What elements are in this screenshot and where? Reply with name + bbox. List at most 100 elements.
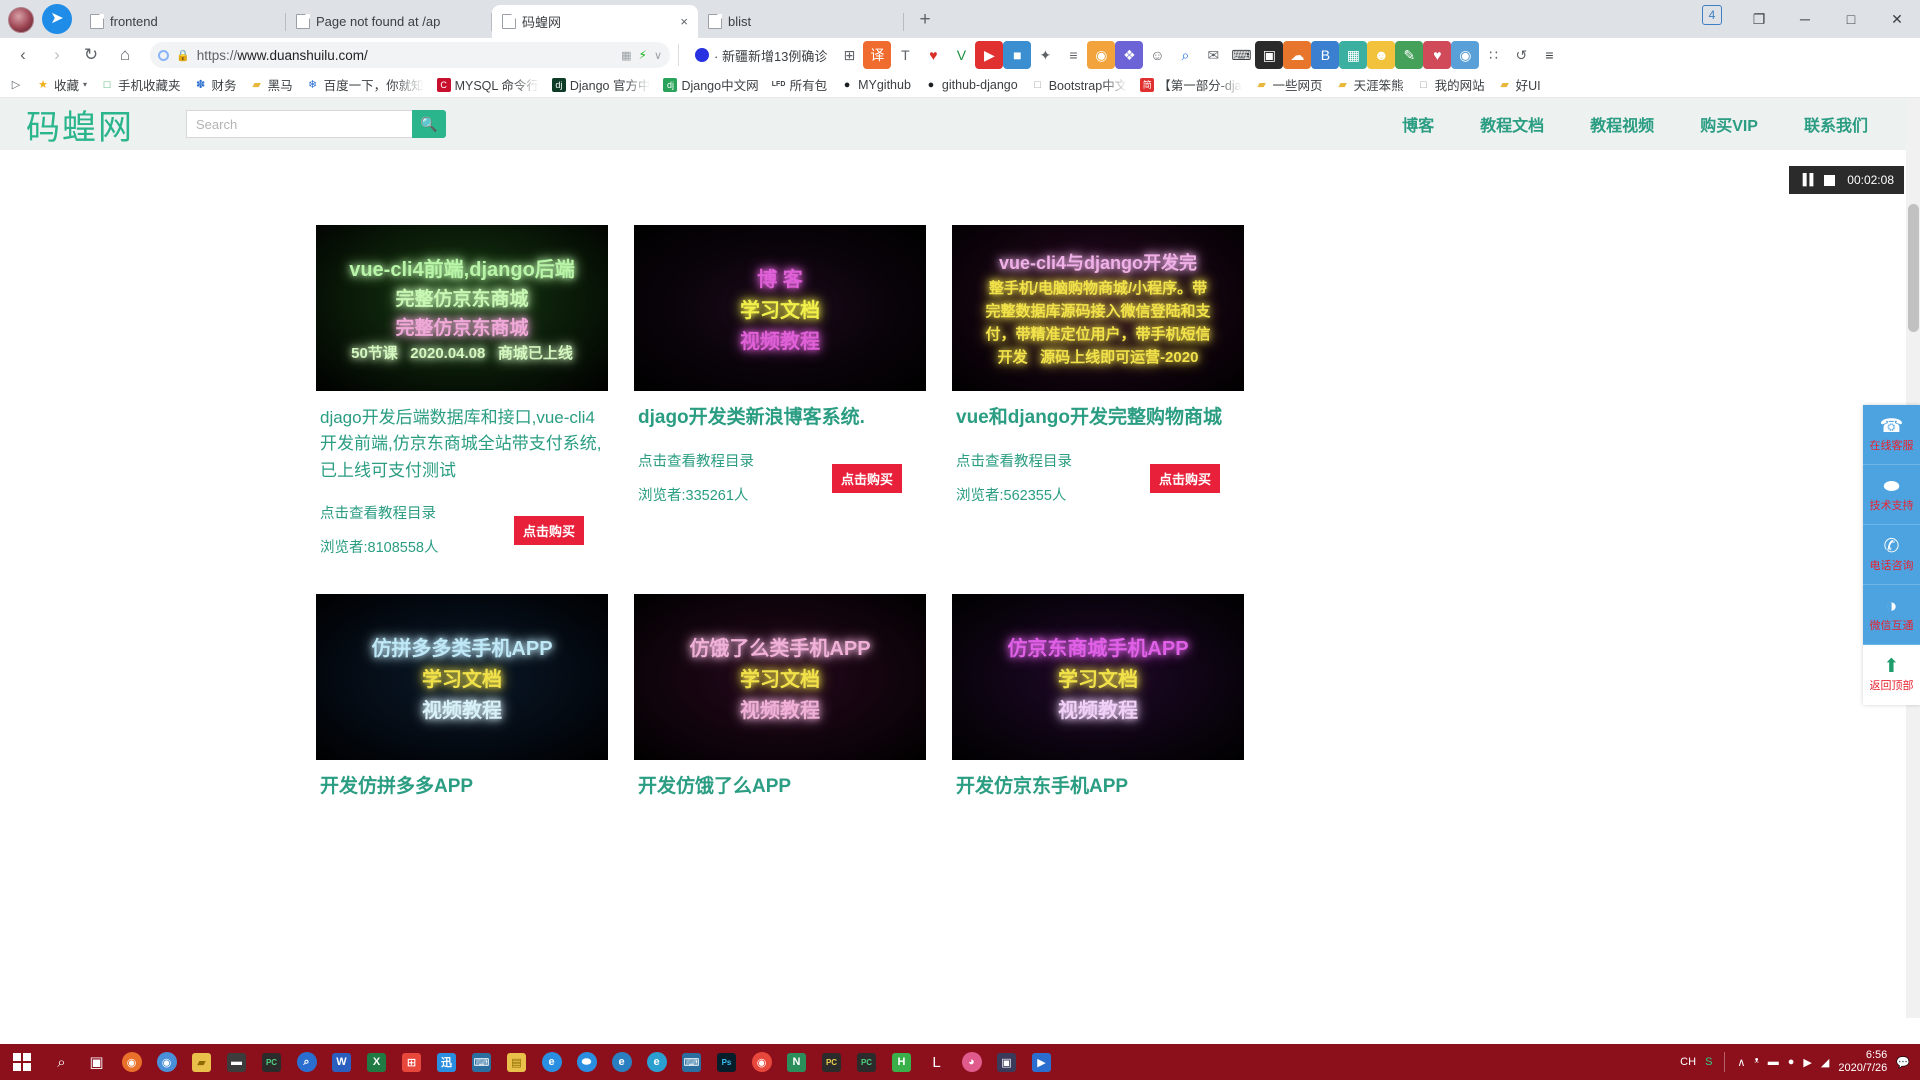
bookmark-item-14[interactable]: ▰ 一些网页 — [1250, 73, 1328, 96]
bookmark-b-icon[interactable]: B — [1311, 41, 1340, 69]
service-widget-item-2[interactable]: ✆ 电话咨询 — [1863, 525, 1920, 585]
folder-icon[interactable]: ▰ — [184, 1044, 219, 1080]
close-window-button[interactable]: ✕ — [1874, 2, 1920, 36]
ime-lang[interactable]: CH — [1680, 1056, 1696, 1068]
player-icon[interactable]: ▶ — [1024, 1044, 1059, 1080]
firefox-icon[interactable]: ◉ — [114, 1044, 149, 1080]
course-banner[interactable]: 博 客学习文档 视频教程 — [634, 225, 926, 391]
mic-icon[interactable]: ᵜ — [1754, 1056, 1758, 1068]
new-tab-button[interactable]: + — [910, 5, 940, 35]
bookmark-item-0[interactable]: ▷ — [4, 76, 28, 94]
note-icon[interactable]: ▤ — [499, 1044, 534, 1080]
search2-icon[interactable]: ⌕ — [289, 1044, 324, 1080]
scrollbar-thumb[interactable] — [1908, 204, 1919, 332]
bookmark-item-11[interactable]: ● github-django — [919, 76, 1023, 94]
translate-icon[interactable]: 译 — [863, 41, 892, 69]
bookmark-item-16[interactable]: □ 我的网站 — [1412, 73, 1490, 96]
service-widget-item-4[interactable]: ⬆ 返回顶部 — [1863, 645, 1920, 705]
profile-avatar[interactable] — [8, 7, 34, 33]
address-bar[interactable]: 🔒 https://www.duanshuilu.com/ ▦ ⚡ ∨ — [150, 42, 670, 68]
mail-icon[interactable]: ✉ — [1199, 41, 1227, 69]
bookmark-item-15[interactable]: ▰ 天涯笨熊 — [1331, 73, 1409, 96]
hbuilder-icon[interactable]: H — [884, 1044, 919, 1080]
text-format-icon[interactable]: T — [891, 41, 919, 69]
smile-icon[interactable]: ☻ — [1367, 41, 1396, 69]
bolt-icon[interactable]: ⚡ — [639, 48, 647, 62]
apps-icon[interactable]: ∷ — [1479, 41, 1507, 69]
bookmark-item-7[interactable]: dj Django 官方中 — [547, 73, 656, 96]
bookmark-item-10[interactable]: ● MYgithub — [835, 76, 916, 94]
bookmark-item-13[interactable]: 简【第一部分-dja — [1135, 73, 1246, 96]
chevron-down-icon[interactable]: ▾ — [83, 80, 87, 89]
cloud-icon[interactable]: ☁ — [1283, 41, 1312, 69]
service-widget-item-0[interactable]: ☎ 在线客服 — [1863, 405, 1920, 465]
search-input[interactable] — [186, 110, 412, 138]
photoshop-icon[interactable]: Ps — [709, 1044, 744, 1080]
battery-icon[interactable]: ▬ — [1768, 1056, 1779, 1068]
course-title[interactable]: djago开发类新浪博客系统. — [638, 405, 922, 432]
tab-blist[interactable]: blist — [698, 5, 904, 38]
ie-icon[interactable]: e — [534, 1044, 569, 1080]
edge2-icon[interactable]: e — [639, 1044, 674, 1080]
buy-button[interactable]: 点击购买 — [831, 463, 902, 493]
qr-icon[interactable]: ▦ — [621, 49, 631, 62]
chrome2-icon[interactable]: ◉ — [744, 1044, 779, 1080]
pause-icon[interactable]: ▐▐ — [1799, 174, 1814, 186]
network-icon[interactable]: ◢ — [1821, 1056, 1829, 1069]
restore-window-button[interactable]: ❐ — [1736, 2, 1782, 36]
folder-icon[interactable]: ■ — [1003, 41, 1032, 69]
chrome-ext-icon[interactable]: ◉ — [1087, 41, 1116, 69]
course-title[interactable]: 开发仿京东手机APP — [956, 774, 1240, 801]
search-icon[interactable]: ⌕ — [1171, 41, 1199, 69]
history-icon[interactable]: ↺ — [1507, 41, 1535, 69]
shield-icon[interactable]: ♥ — [919, 41, 947, 69]
monitor-icon[interactable]: ▣ — [1255, 41, 1284, 69]
vscode-icon[interactable]: ⌨ — [464, 1044, 499, 1080]
bookmark-item-5[interactable]: ❄ 百度一下，你就知 — [301, 73, 429, 96]
navicat-icon[interactable]: N — [779, 1044, 814, 1080]
site-nav-item-2[interactable]: 教程视频 — [1590, 112, 1654, 136]
tab-mahuang-active[interactable]: 码蝗网 × — [492, 5, 698, 38]
course-title[interactable]: djago开发后端数据库和接口,vue-cli4开发前端,仿京东商城全站带支付系… — [320, 405, 604, 484]
browser-compass-icon[interactable]: ➤ — [42, 4, 72, 34]
calendar-icon[interactable]: ▦ — [1339, 41, 1368, 69]
windows-start-icon[interactable] — [0, 1044, 44, 1080]
pycharm3-icon[interactable]: PC — [849, 1044, 884, 1080]
reload-button[interactable]: ↻ — [74, 40, 108, 70]
ime-mode[interactable]: S — [1705, 1056, 1712, 1068]
settings-icon[interactable]: L — [919, 1044, 954, 1080]
course-title[interactable]: 开发仿饿了么APP — [638, 774, 922, 801]
stop-icon[interactable] — [1824, 174, 1836, 186]
site-nav-item-1[interactable]: 教程文档 — [1480, 112, 1544, 136]
grid-icon[interactable]: ⊞ — [835, 41, 863, 69]
bookmark-item-17[interactable]: ▰ 好UI — [1493, 73, 1546, 96]
course-banner[interactable]: 仿拼多多类手机APP 学习文档 视频教程 — [316, 594, 608, 761]
bookmark-item-3[interactable]: ✽ 财务 — [189, 73, 242, 96]
avatar-icon[interactable]: ☺ — [1143, 41, 1171, 69]
pen-icon[interactable]: ✎ — [1395, 41, 1424, 69]
youtube-icon[interactable]: ▶ — [975, 41, 1004, 69]
tab-page-not-found[interactable]: Page not found at /ap — [286, 5, 492, 38]
course-banner[interactable]: vue-cli4前端,django后端 完整仿京东商城 完整仿京东商城 50节课 20… — [316, 225, 608, 391]
bookmark-item-6[interactable]: C MYSQL 命令行 — [432, 73, 544, 96]
bookmark-item-4[interactable]: ▰ 黑马 — [245, 73, 298, 96]
site-nav-item-4[interactable]: 联系我们 — [1804, 112, 1868, 136]
bookmark-item-2[interactable]: □ 手机收藏夹 — [95, 73, 186, 96]
buy-button[interactable]: 点击购买 — [513, 516, 584, 546]
gamepad-icon[interactable]: ❖ — [1115, 41, 1144, 69]
more-icon[interactable]: ≡ — [1535, 41, 1563, 69]
site-nav-item-0[interactable]: 博客 — [1402, 112, 1434, 136]
maximize-window-button[interactable]: □ — [1828, 2, 1874, 36]
buy-button[interactable]: 点击购买 — [1149, 463, 1220, 493]
terminal-icon[interactable]: ▬ — [219, 1044, 254, 1080]
bookmark-item-12[interactable]: □ Bootstrap中文 — [1026, 73, 1133, 96]
word-icon[interactable]: W — [324, 1044, 359, 1080]
course-title[interactable]: 开发仿拼多多APP — [320, 774, 604, 801]
course-card[interactable]: 仿饿了么类手机APP 学习文档 视频教程 开发仿饿了么APP — [634, 594, 926, 801]
site-nav-item-3[interactable]: 购买VIP — [1700, 112, 1758, 136]
home-button[interactable]: ⌂ — [108, 40, 142, 70]
volume-icon[interactable]: ▶ — [1803, 1056, 1811, 1069]
taskbar-clock[interactable]: 6:56 2020/7/26 — [1838, 1049, 1887, 1076]
qq-icon[interactable]: ⬬ — [569, 1044, 604, 1080]
bookmark-item-9[interactable]: LFD 所有包 — [767, 73, 833, 96]
